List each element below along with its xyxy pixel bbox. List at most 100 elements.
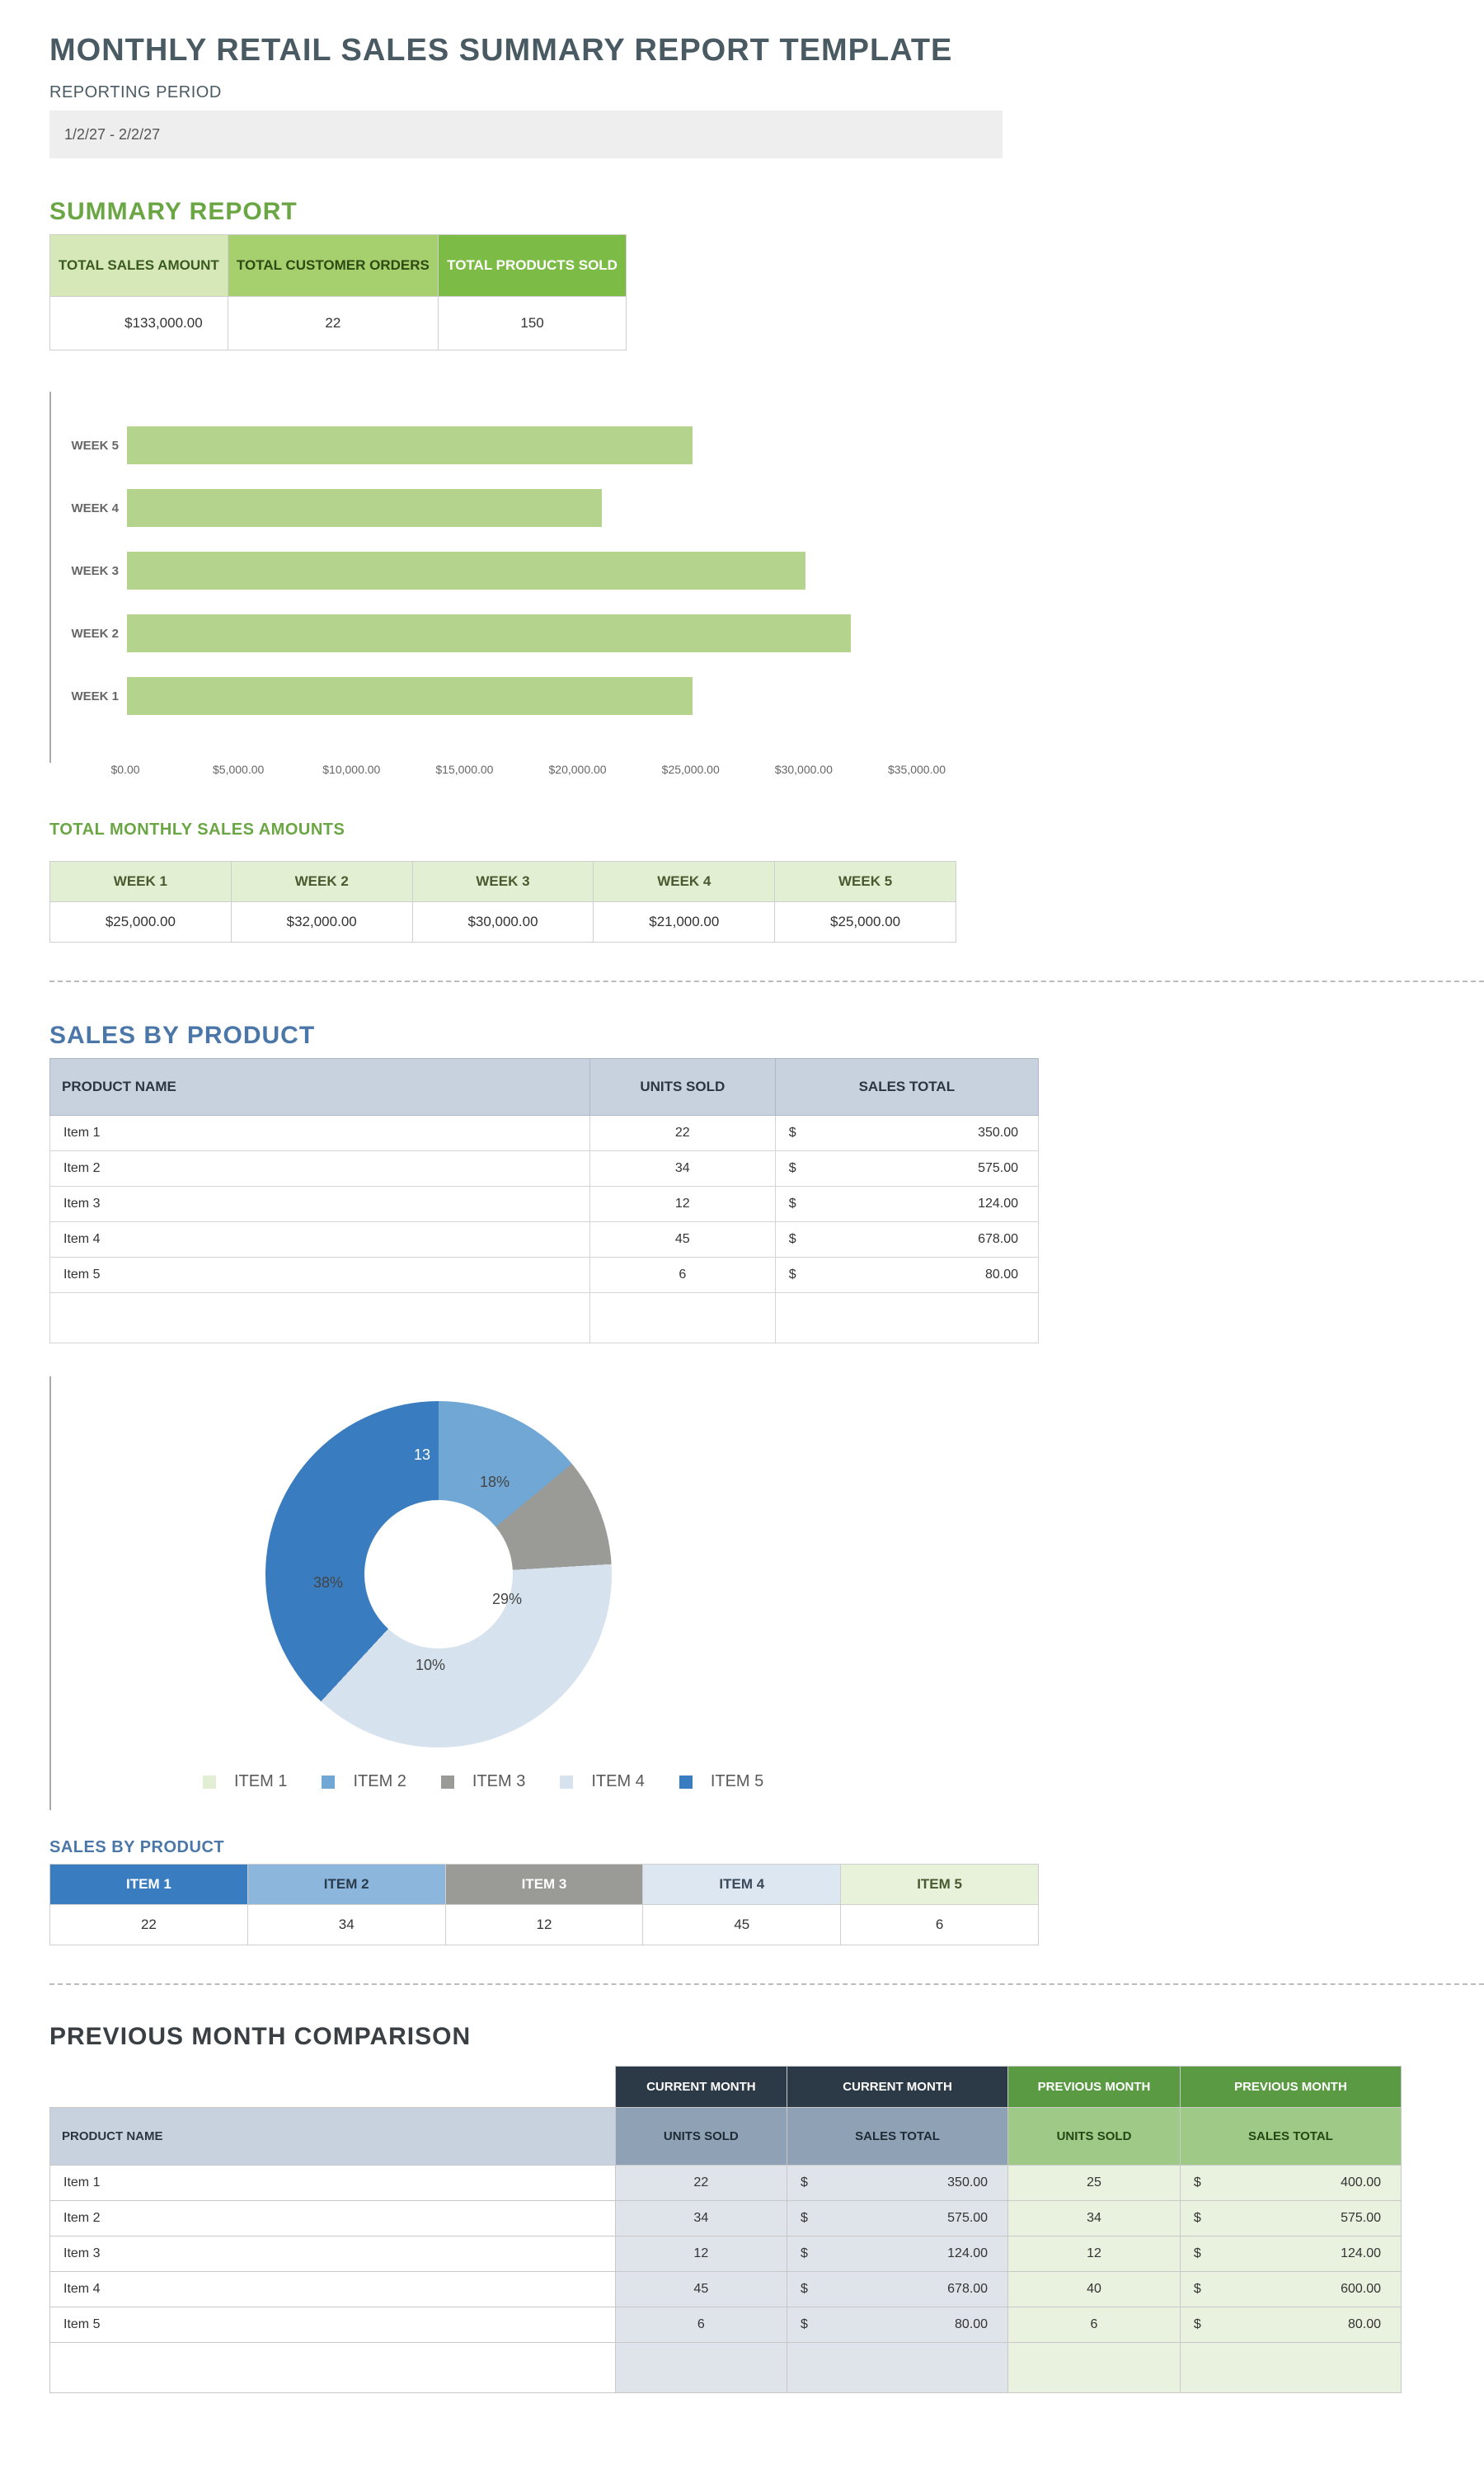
pt-header: ITEM 2: [247, 1864, 445, 1904]
legend-label: ITEM 3: [472, 1772, 525, 1791]
axis-tick: $35,000.00: [888, 763, 946, 776]
sp-product-name: Item 1: [50, 1116, 590, 1151]
product-totals-caption: SALES BY PRODUCT: [49, 1838, 1484, 1857]
sp-product-name: Item 5: [50, 1258, 590, 1293]
comparison-table: CURRENT MONTH CURRENT MONTH PREVIOUS MON…: [49, 2066, 1402, 2393]
bar-label: WEEK 2: [51, 627, 127, 641]
sp-product-name: Item 2: [50, 1151, 590, 1187]
cmp-current-currency: $: [787, 2236, 837, 2271]
sp-amount: 124.00: [832, 1187, 1038, 1222]
bar: [127, 552, 805, 590]
cmp-product-name: Item 4: [50, 2271, 616, 2307]
weekly-value: $30,000.00: [412, 902, 594, 943]
weekly-header: WEEK 1: [50, 862, 232, 902]
axis-tick: $10,000.00: [322, 763, 380, 776]
sp-product-name: Item 3: [50, 1187, 590, 1222]
donut-label: 13: [414, 1446, 430, 1464]
cmp-product-name: Item 2: [50, 2200, 616, 2236]
cmp-header-previous-units: UNITS SOLD: [1008, 2107, 1181, 2165]
legend-label: ITEM 2: [353, 1772, 406, 1791]
cmp-previous-amount: 80.00: [1230, 2307, 1402, 2342]
sp-amount: 678.00: [832, 1222, 1038, 1258]
cmp-top-current-1: CURRENT MONTH: [615, 2066, 787, 2107]
sales-by-product-heading: SALES BY PRODUCT: [49, 1022, 1484, 1050]
legend-label: ITEM 4: [591, 1772, 644, 1791]
cmp-product-name: Item 5: [50, 2307, 616, 2342]
axis-tick: $30,000.00: [775, 763, 833, 776]
cmp-current-units: 45: [615, 2271, 787, 2307]
sp-currency: $: [775, 1116, 832, 1151]
summary-value-total-sales: $133,000.00: [50, 297, 228, 350]
sp-units: 22: [589, 1116, 775, 1151]
cmp-previous-currency: $: [1180, 2271, 1229, 2307]
reporting-period-value: 1/2/27 - 2/2/27: [49, 111, 1003, 158]
cmp-header-previous-total: SALES TOTAL: [1180, 2107, 1401, 2165]
sp-amount: 575.00: [832, 1151, 1038, 1187]
pt-value: 45: [643, 1904, 841, 1945]
legend-label: ITEM 5: [711, 1772, 763, 1791]
cmp-current-units: 12: [615, 2236, 787, 2271]
pt-header: ITEM 5: [841, 1864, 1039, 1904]
summary-value-total-products: 150: [439, 297, 627, 350]
page-title: MONTHLY RETAIL SALES SUMMARY REPORT TEMP…: [49, 33, 1484, 68]
cmp-previous-amount: 600.00: [1230, 2271, 1402, 2307]
sp-product-name: Item 4: [50, 1222, 590, 1258]
summary-header-total-sales: TOTAL SALES AMOUNT: [50, 235, 228, 297]
cmp-current-amount: 678.00: [837, 2271, 1008, 2307]
comparison-heading: PREVIOUS MONTH COMPARISON: [49, 2023, 1484, 2051]
weekly-header: WEEK 2: [231, 862, 412, 902]
sp-units: 45: [589, 1222, 775, 1258]
cmp-current-amount: 80.00: [837, 2307, 1008, 2342]
bar-label: WEEK 5: [51, 439, 127, 453]
cmp-current-currency: $: [787, 2200, 837, 2236]
bar-chart-axis: $0.00$5,000.00$10,000.00$15,000.00$20,00…: [125, 763, 1484, 788]
legend-item: ITEM 2: [322, 1772, 417, 1791]
donut-legend: ITEM 1 ITEM 2 ITEM 3 ITEM 4 ITEM 5: [191, 1772, 933, 1794]
cmp-previous-units: 6: [1008, 2307, 1181, 2342]
sp-units: 12: [589, 1187, 775, 1222]
cmp-current-currency: $: [787, 2307, 837, 2342]
bar: [127, 677, 693, 715]
cmp-current-currency: $: [787, 2271, 837, 2307]
legend-item: ITEM 3: [441, 1772, 537, 1791]
pt-header: ITEM 3: [445, 1864, 643, 1904]
summary-table: TOTAL SALES AMOUNT TOTAL CUSTOMER ORDERS…: [49, 234, 627, 350]
weekly-header: WEEK 5: [775, 862, 956, 902]
cmp-current-currency: $: [787, 2165, 837, 2200]
summary-value-total-orders: 22: [228, 297, 438, 350]
cmp-previous-currency: $: [1180, 2165, 1229, 2200]
cmp-current-units: 6: [615, 2307, 787, 2342]
sp-units: 6: [589, 1258, 775, 1293]
cmp-top-current-2: CURRENT MONTH: [787, 2066, 1008, 2107]
weekly-sales-caption: TOTAL MONTHLY SALES AMOUNTS: [49, 821, 1484, 840]
sp-currency: $: [775, 1222, 832, 1258]
summary-header-total-orders: TOTAL CUSTOMER ORDERS: [228, 235, 438, 297]
cmp-current-amount: 575.00: [837, 2200, 1008, 2236]
cmp-product-name: Item 3: [50, 2236, 616, 2271]
weekly-header: WEEK 3: [412, 862, 594, 902]
axis-tick: $25,000.00: [662, 763, 720, 776]
weekly-value: $32,000.00: [231, 902, 412, 943]
bar-label: WEEK 1: [51, 689, 127, 703]
donut-label: 29%: [492, 1591, 522, 1608]
weekly-sales-table: WEEK 1WEEK 2WEEK 3WEEK 4WEEK 5 $25,000.0…: [49, 861, 956, 943]
bar: [127, 489, 602, 527]
cmp-previous-units: 12: [1008, 2236, 1181, 2271]
donut-label: 18%: [480, 1474, 510, 1491]
pt-value: 12: [445, 1904, 643, 1945]
sp-amount: 80.00: [832, 1258, 1038, 1293]
sp-header-units: UNITS SOLD: [589, 1059, 775, 1116]
pt-value: 22: [50, 1904, 248, 1945]
axis-tick: $15,000.00: [435, 763, 493, 776]
legend-item: ITEM 1: [203, 1772, 298, 1791]
pt-value: 34: [247, 1904, 445, 1945]
reporting-period-label: REPORTING PERIOD: [49, 83, 1484, 102]
weekly-bar-chart: WEEK 5WEEK 4WEEK 3WEEK 2WEEK 1: [49, 392, 933, 763]
pt-header: ITEM 1: [50, 1864, 248, 1904]
bar-label: WEEK 3: [51, 564, 127, 578]
sp-header-total: SALES TOTAL: [775, 1059, 1038, 1116]
sp-currency: $: [775, 1187, 832, 1222]
weekly-header: WEEK 4: [594, 862, 775, 902]
cmp-current-units: 34: [615, 2200, 787, 2236]
section-divider: [49, 1983, 1484, 1985]
